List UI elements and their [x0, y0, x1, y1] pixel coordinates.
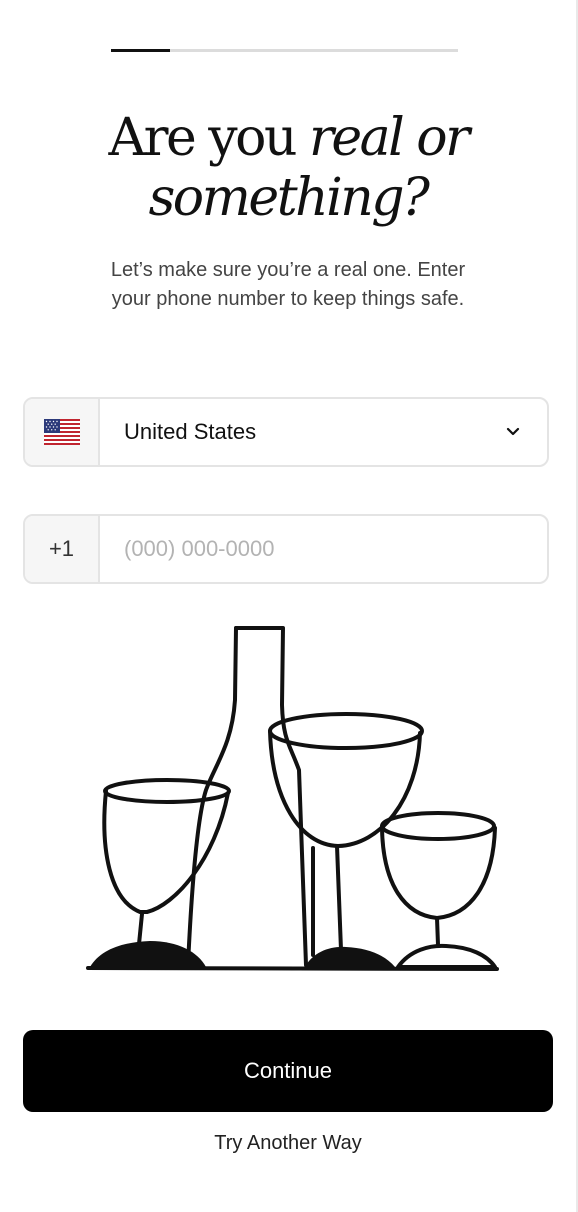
- chevron-down-icon[interactable]: [493, 399, 533, 465]
- us-flag-icon: [43, 419, 80, 445]
- country-select[interactable]: United States: [23, 397, 549, 467]
- wine-bottle-and-glasses-illustration: [86, 626, 499, 971]
- country-name[interactable]: United States: [100, 399, 493, 465]
- flag-box: [25, 399, 100, 465]
- page-subtitle: Let’s make sure you’re a real one. Enter…: [110, 259, 466, 310]
- title-part-regular: Are you: [108, 108, 309, 168]
- phone-number-input[interactable]: [100, 516, 547, 582]
- title-part-italic: real or: [308, 108, 470, 168]
- page-title: Are you real or something?: [0, 108, 576, 228]
- title-part-italic-2: something?: [148, 168, 430, 228]
- dial-code-box: +1: [25, 516, 100, 582]
- progress-bar-fill: [111, 49, 170, 52]
- dial-code: +1: [48, 536, 75, 561]
- progress-bar: [111, 49, 458, 52]
- phone-field[interactable]: +1: [23, 514, 549, 584]
- try-another-way-link[interactable]: Try Another Way: [0, 1132, 576, 1155]
- continue-button[interactable]: Continue: [23, 1030, 553, 1112]
